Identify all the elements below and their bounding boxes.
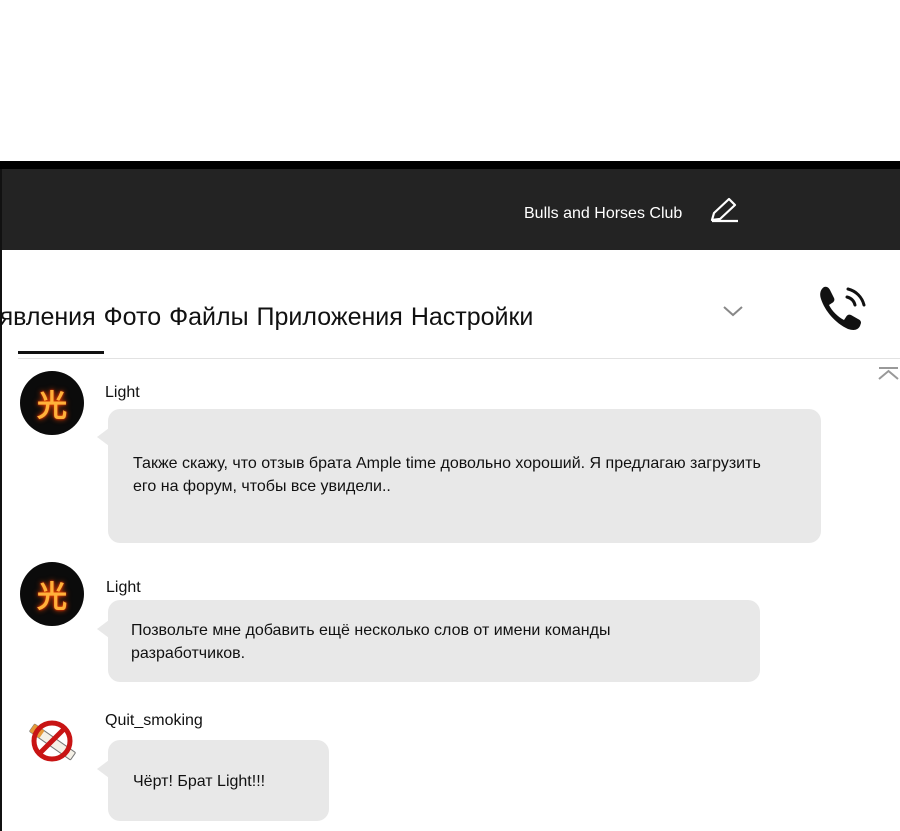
light-kanji-icon: 光 <box>37 389 67 424</box>
no-smoking-avatar-icon[interactable] <box>24 713 80 769</box>
light-kanji-icon: 光 <box>37 580 67 615</box>
chat-header: Bulls and Horses Club <box>0 169 900 250</box>
tab-photos[interactable]: Фото <box>104 303 161 331</box>
message-text: Также скажу, что отзыв брата Ample time … <box>133 455 761 495</box>
tabs: ъявления Фото Файлы Приложения Настройки <box>0 303 541 332</box>
avatar-light[interactable]: 光 <box>20 562 84 626</box>
avatar-light[interactable]: 光 <box>20 371 84 435</box>
chevron-down-icon[interactable] <box>722 303 744 319</box>
group-title: Bulls and Horses Club <box>524 205 683 222</box>
top-border <box>0 161 900 169</box>
message-bubble: Также скажу, что отзыв брата Ample time … <box>108 409 821 543</box>
message-text: Позвольте мне добавить ещё несколько сло… <box>131 622 611 662</box>
tab-files[interactable]: Файлы <box>169 303 248 331</box>
tab-divider <box>18 358 900 359</box>
message-username: Quit_smoking <box>105 712 203 729</box>
collapse-up-icon[interactable] <box>877 366 900 380</box>
message-username: Light <box>106 579 141 596</box>
message-bubble: Позвольте мне добавить ещё несколько сло… <box>108 600 760 682</box>
active-tab-indicator <box>18 351 104 354</box>
message-bubble: Чёрт! Брат Light!!! <box>108 740 329 821</box>
phone-call-icon[interactable] <box>815 283 867 335</box>
tab-announcements[interactable]: ъявления <box>0 303 96 331</box>
message-text: Чёрт! Брат Light!!! <box>133 773 266 790</box>
tab-settings[interactable]: Настройки <box>411 303 534 331</box>
tab-apps[interactable]: Приложения <box>257 303 403 331</box>
edit-pencil-icon[interactable] <box>708 196 740 224</box>
message-username: Light <box>105 384 140 401</box>
